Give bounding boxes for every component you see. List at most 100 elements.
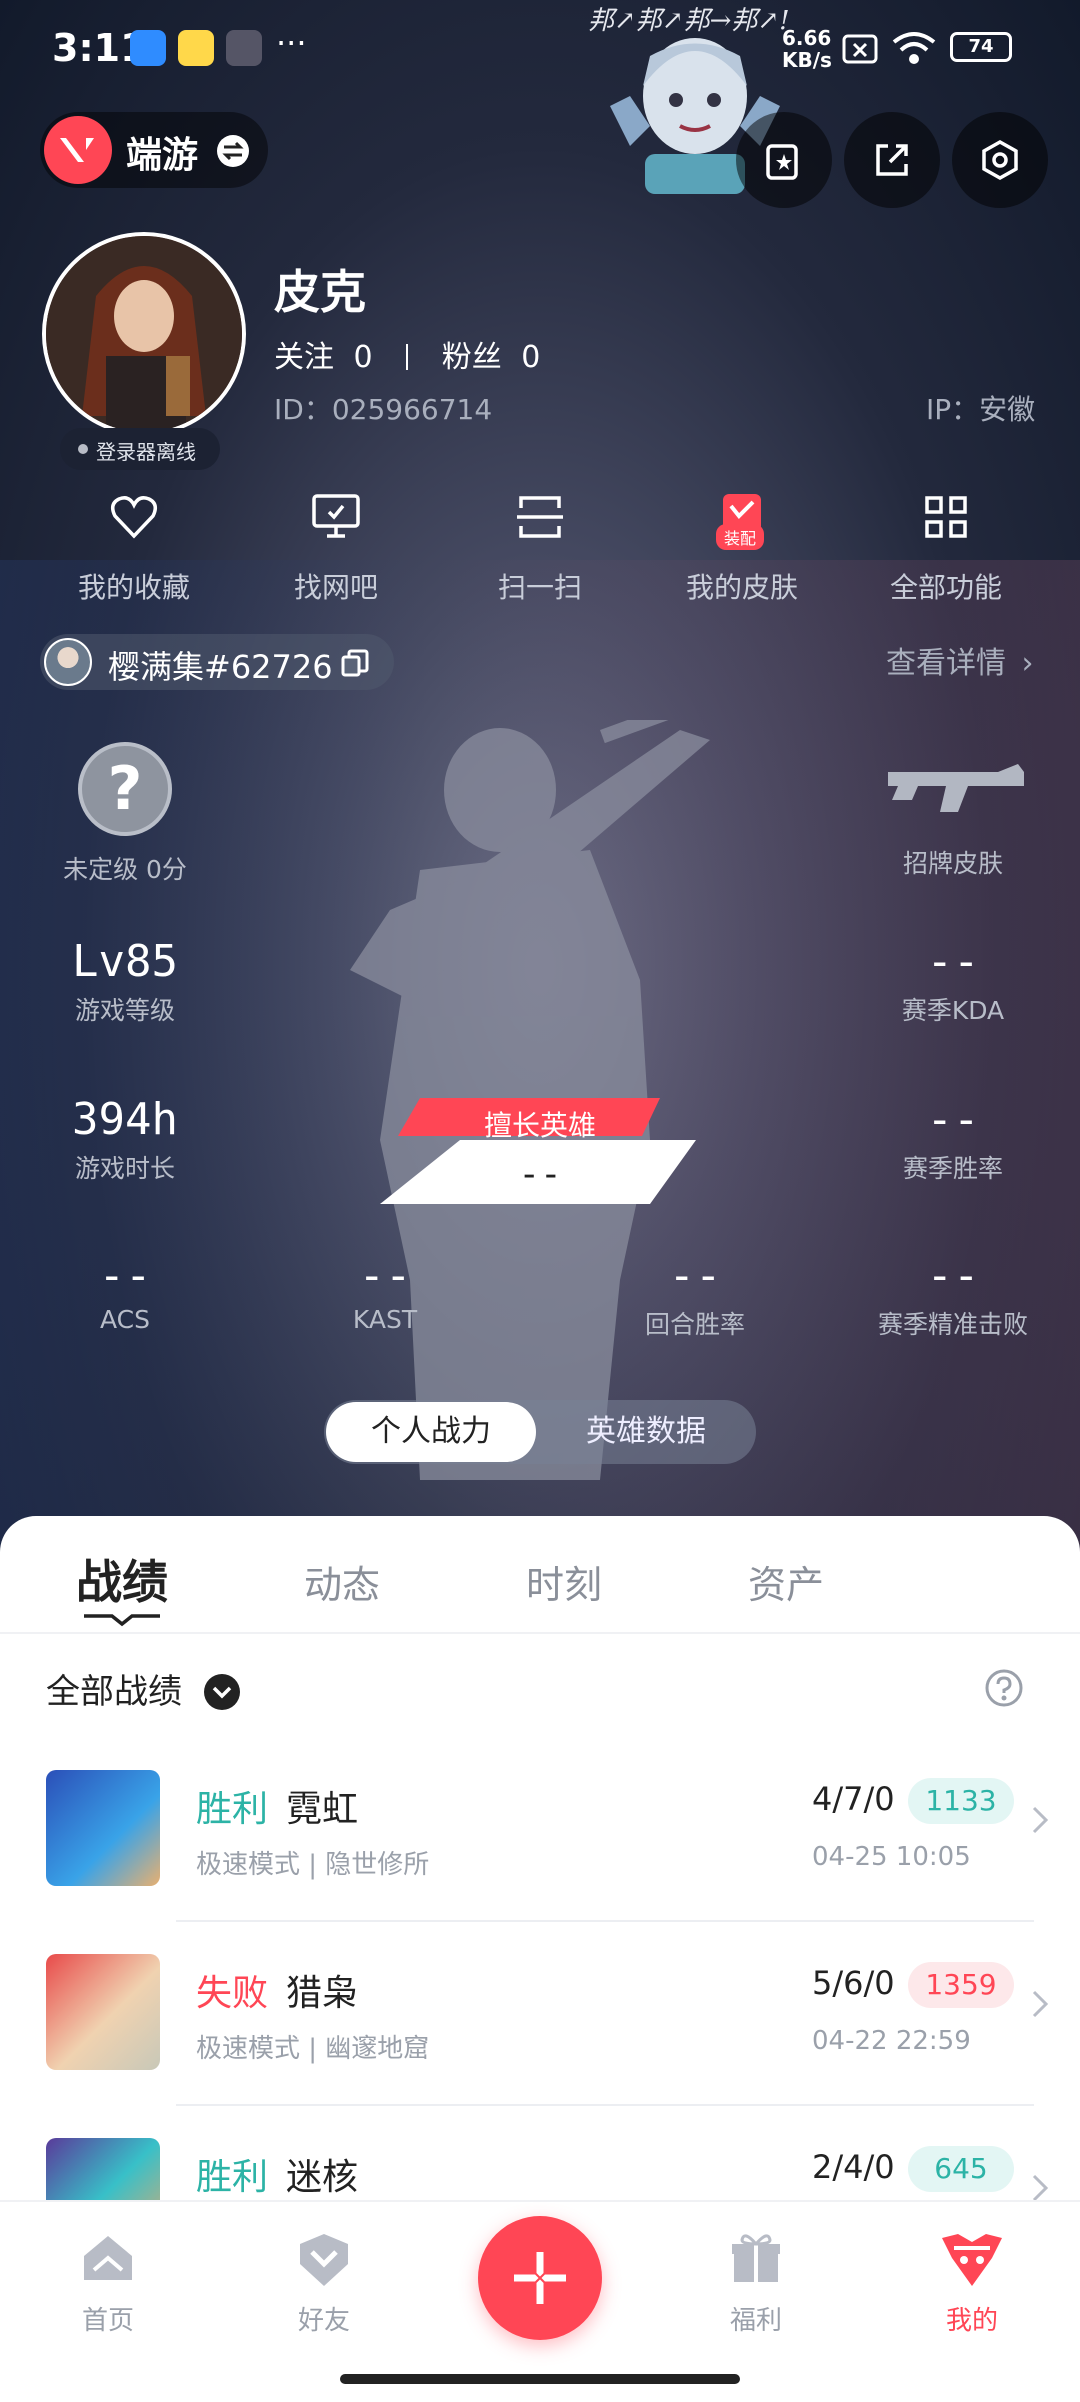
valorant-logo-icon xyxy=(44,116,112,184)
nav-me[interactable]: 我的 xyxy=(912,2230,1032,2337)
profile-id: ID：025966714 xyxy=(274,393,493,426)
quick-action-all-features[interactable]: 全部功能 xyxy=(866,490,1026,606)
kast-stat: -- KAST xyxy=(300,1250,470,1334)
status-dot xyxy=(78,444,88,454)
match-hero: 迷核 xyxy=(286,2157,359,2198)
active-tab-indicator xyxy=(84,1614,160,1627)
nav-friends[interactable]: 好友 xyxy=(264,2230,384,2337)
winrate-value: -- xyxy=(926,1094,980,1145)
acs-stat: -- ACS xyxy=(40,1250,210,1334)
match-hero: 猎枭 xyxy=(286,1973,359,2014)
winrate-label: 赛季胜率 xyxy=(902,1154,1003,1183)
fans-count[interactable]: 0 xyxy=(521,340,540,375)
more-notifications-icon: ··· xyxy=(276,24,307,62)
monitor-icon xyxy=(256,490,416,554)
heart-icon xyxy=(54,490,214,554)
notification-app-icon xyxy=(226,30,262,66)
acs-label: ACS xyxy=(100,1305,150,1334)
follow-count[interactable]: 0 xyxy=(354,340,373,375)
records-filter-label: 全部战绩 xyxy=(46,1672,182,1712)
signature-skin-stat[interactable]: 招牌皮肤 xyxy=(868,752,1038,880)
toggle-personal-power[interactable]: 个人战力 xyxy=(326,1402,536,1462)
rifle-icon xyxy=(888,764,1024,812)
battery-icon: 74 xyxy=(950,32,1012,62)
match-kda: 5/6/0 xyxy=(812,1964,895,2002)
scan-icon xyxy=(460,490,620,554)
tab-activity[interactable]: 动态 xyxy=(304,1554,380,1609)
view-details-label: 查看详情 xyxy=(886,646,1006,681)
signature-skin-label: 招牌皮肤 xyxy=(902,849,1003,878)
playtime-label: 游戏时长 xyxy=(74,1154,175,1183)
chevron-right-icon xyxy=(1032,1806,1049,1834)
nav-home[interactable]: 首页 xyxy=(48,2230,168,2337)
game-account-avatar xyxy=(44,638,92,686)
rank-stat[interactable]: ? 未定级 0分 xyxy=(40,742,210,886)
sim-icon xyxy=(842,34,878,64)
quick-action-label: 找网吧 xyxy=(293,571,378,604)
toggle-hero-data[interactable]: 英雄数据 xyxy=(540,1400,752,1464)
match-row[interactable]: 失败 猎枭 极速模式 | 幽邃地窟 5/6/0 1359 04-22 22:59 xyxy=(0,1922,1080,2106)
wifi-icon xyxy=(892,32,936,64)
quick-action-my-skins[interactable]: 装配 我的皮肤 xyxy=(662,490,822,606)
settings-button[interactable] xyxy=(952,112,1048,208)
level-value: Lv85 xyxy=(72,936,178,987)
share-button[interactable] xyxy=(844,112,940,208)
match-score-badge: 645 xyxy=(908,2146,1014,2192)
match-result: 失败 xyxy=(196,1973,269,2014)
kda-label: 赛季KDA xyxy=(901,996,1005,1025)
me-icon xyxy=(912,2230,1032,2290)
tabs-divider xyxy=(0,1632,1080,1634)
card-icon xyxy=(766,144,798,180)
nav-benefits[interactable]: 福利 xyxy=(696,2230,816,2337)
game-account-pill[interactable]: 樱满集#62726 xyxy=(40,634,394,690)
chevron-right-icon xyxy=(1032,1990,1049,2018)
nav-label: 福利 xyxy=(729,2306,782,2336)
help-icon[interactable] xyxy=(984,1668,1024,1708)
home-icon xyxy=(48,2230,168,2290)
create-post-button[interactable] xyxy=(478,2216,602,2340)
match-mode: 极速模式 | 隐世修所 xyxy=(196,1850,430,1880)
avatar[interactable] xyxy=(42,232,246,436)
fav-hero-value: -- xyxy=(518,1154,562,1195)
stats-view-toggle[interactable]: 个人战力 英雄数据 xyxy=(324,1400,756,1464)
follow-stats: 关注 0 粉丝 0 xyxy=(274,332,540,376)
profile-name: 皮克 xyxy=(274,265,366,319)
fans-label[interactable]: 粉丝 xyxy=(442,340,502,375)
quick-action-scan[interactable]: 扫一扫 xyxy=(460,490,620,606)
chevron-down-icon xyxy=(203,1674,240,1710)
quick-action-find-cafe[interactable]: 找网吧 xyxy=(256,490,416,606)
launcher-status-text: 登录器离线 xyxy=(96,440,196,464)
round-winrate-label: 回合胜率 xyxy=(644,1310,745,1339)
round-winrate-stat: -- 回合胜率 xyxy=(610,1250,780,1341)
playtime-stat: 394h 游戏时长 xyxy=(40,1094,210,1185)
view-details-link[interactable]: 查看详情 › xyxy=(886,638,1034,682)
match-score-badge: 1359 xyxy=(908,1962,1014,2008)
gift-icon xyxy=(696,2230,816,2290)
match-date: 04-25 10:05 xyxy=(812,1842,971,1872)
tab-records[interactable]: 战绩 xyxy=(76,1546,168,1612)
rank-icon-mark: ? xyxy=(107,754,143,824)
friends-icon xyxy=(264,2230,384,2290)
quick-action-favorites[interactable]: 我的收藏 xyxy=(54,490,214,606)
fav-hero-label: 擅长英雄 xyxy=(483,1109,596,1142)
kast-label: KAST xyxy=(352,1305,418,1334)
status-bar: 3:11 ··· 邦↗邦↗邦→邦↗! 6.66 KB/s 74 xyxy=(0,0,1080,100)
follow-label[interactable]: 关注 xyxy=(274,340,334,375)
switch-arrows-icon xyxy=(217,135,249,167)
tab-assets[interactable]: 资产 xyxy=(748,1554,824,1609)
nav-label: 我的 xyxy=(945,2306,998,2336)
records-filter[interactable]: 全部战绩 xyxy=(46,1664,241,1713)
match-score-badge: 1133 xyxy=(908,1778,1014,1824)
launcher-status-badge: 登录器离线 xyxy=(60,428,220,470)
game-mode-switch[interactable]: 端游 xyxy=(40,112,268,188)
kda-stat: -- 赛季KDA xyxy=(868,936,1038,1027)
copy-icon[interactable] xyxy=(340,648,370,678)
nav-label: 首页 xyxy=(81,2306,134,2336)
rank-icon: ? xyxy=(78,742,172,836)
home-indicator[interactable] xyxy=(340,2374,740,2384)
hero-thumbnail xyxy=(46,1770,160,1886)
match-kda: 2/4/0 xyxy=(812,2148,895,2186)
card-button[interactable] xyxy=(736,112,832,208)
tab-moments[interactable]: 时刻 xyxy=(526,1554,602,1609)
match-row[interactable]: 胜利 霓虹 极速模式 | 隐世修所 4/7/0 1133 04-25 10:05 xyxy=(0,1738,1080,1922)
